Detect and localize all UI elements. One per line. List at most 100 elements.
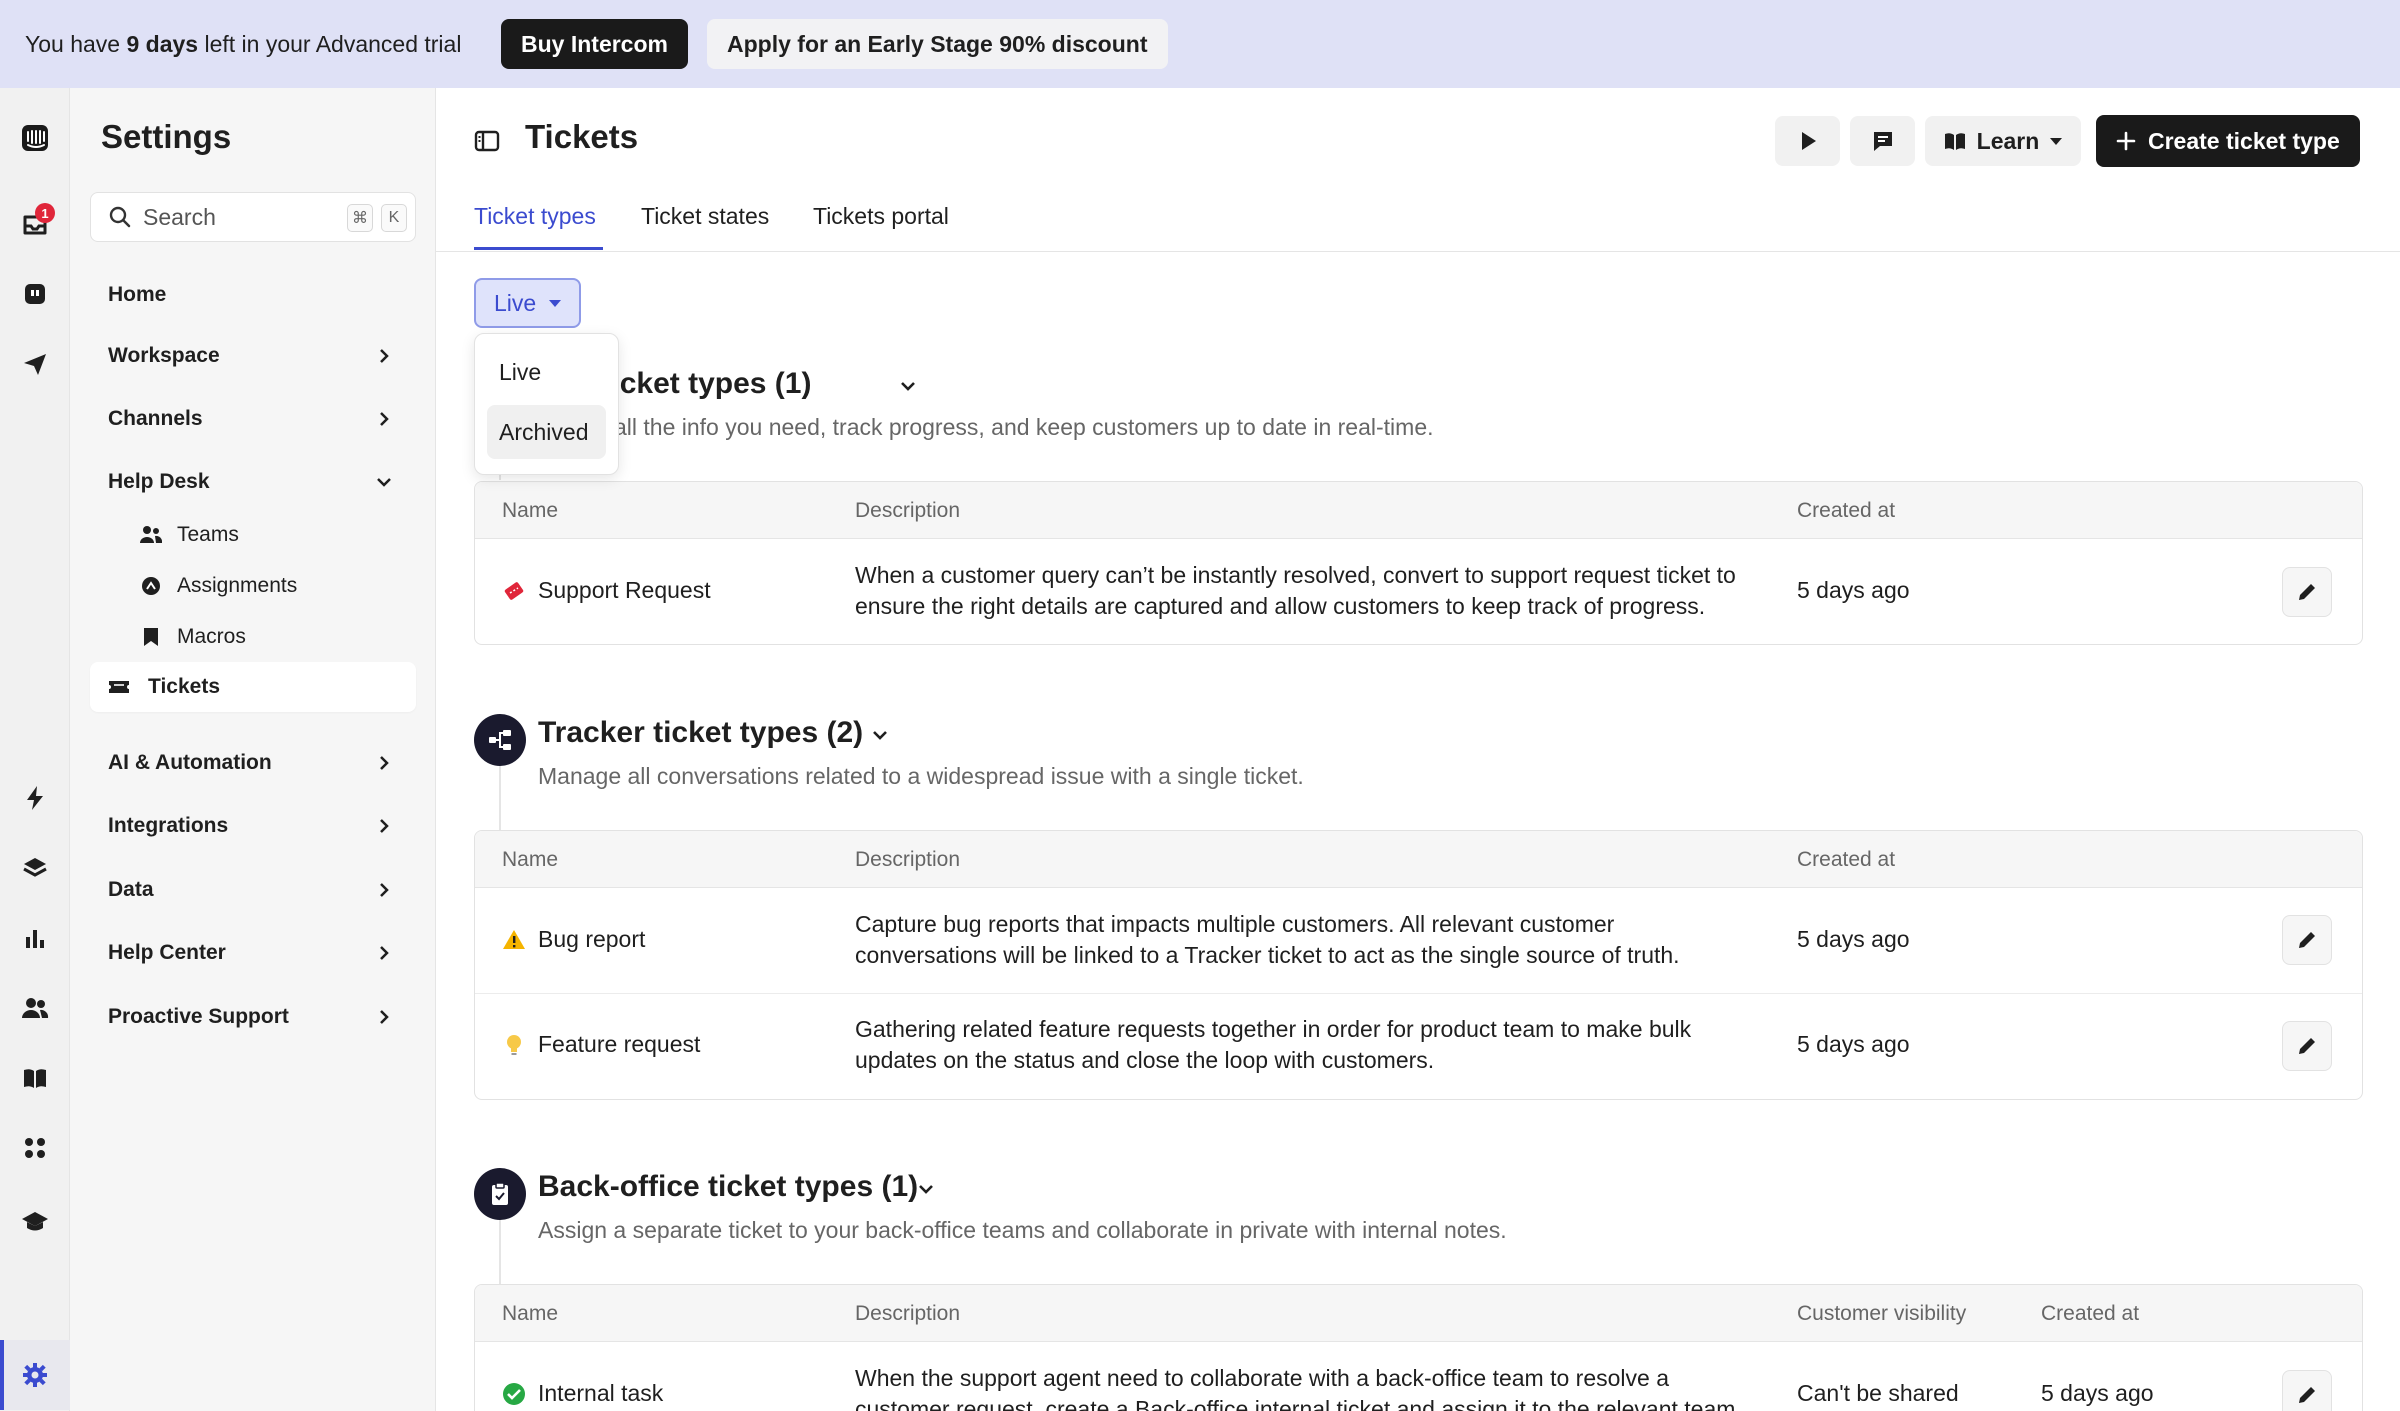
lightning-icon[interactable]	[15, 778, 55, 818]
tracker-ticket-table: Name Description Created at Bug report C…	[474, 830, 2363, 1100]
layers-icon[interactable]	[15, 848, 55, 888]
intercom-logo-icon[interactable]	[15, 118, 55, 158]
page-title: Tickets	[525, 118, 639, 155]
active-tab-indicator	[474, 247, 603, 250]
ticket-type-name: Support Request	[538, 577, 711, 603]
knowledge-icon[interactable]	[15, 1058, 55, 1098]
clipboard-icon	[492, 1182, 508, 1205]
status-filter-menu: Live Archived	[474, 333, 619, 475]
ticket-type-description: Gathering related feature requests toget…	[855, 1016, 1692, 1073]
academy-icon[interactable]	[15, 1202, 55, 1242]
column-header-description: Description	[855, 1302, 961, 1325]
sidebar-item-ai-automation[interactable]: AI & Automation	[108, 751, 272, 775]
apps-icon[interactable]	[15, 1128, 55, 1168]
pencil-icon	[2299, 584, 2315, 600]
trial-banner: You have 9 days left in your Advanced tr…	[0, 0, 2400, 88]
tracker-section-icon	[474, 714, 526, 766]
pencil-icon	[2299, 1038, 2315, 1054]
sidebar-item-assignments[interactable]: Assignments	[70, 561, 396, 611]
tab-ticket-states[interactable]: Ticket states	[641, 203, 769, 230]
status-filter-dropdown[interactable]: Live	[474, 278, 581, 328]
sidebar-item-workspace[interactable]: Workspace	[108, 344, 220, 368]
play-icon	[1801, 132, 1816, 150]
ticket-type-name: Bug report	[538, 926, 646, 952]
early-stage-discount-button[interactable]: Apply for an Early Stage 90% discount	[707, 19, 1168, 69]
column-header-created: Created at	[1797, 499, 1896, 522]
sidebar-item-integrations[interactable]: Integrations	[108, 814, 228, 838]
created-at: 5 days ago	[2041, 1380, 2154, 1406]
column-header-visibility: Customer visibility	[1797, 1302, 1967, 1325]
column-header-name: Name	[502, 499, 559, 522]
sidebar-item-home[interactable]: Home	[108, 283, 166, 307]
chevron-down-icon	[377, 478, 391, 487]
sidebar-item-channels[interactable]: Channels	[108, 407, 203, 431]
chevron-right-icon	[380, 946, 389, 960]
tab-tickets-portal[interactable]: Tickets portal	[813, 203, 949, 230]
chevron-right-icon	[380, 412, 389, 426]
app-rail: 1	[0, 88, 70, 1411]
table-row[interactable]: Bug report Capture bug reports that impa…	[475, 888, 2362, 994]
ticket-type-name: Feature request	[538, 1031, 701, 1057]
customer-visibility: Can't be shared	[1797, 1380, 1959, 1406]
table-header: Name Description Created at	[475, 482, 2362, 539]
caret-down-icon	[549, 300, 562, 307]
play-video-button[interactable]	[1775, 116, 1840, 166]
edit-button[interactable]	[2282, 567, 2332, 617]
ticket-type-name: Internal task	[538, 1380, 664, 1406]
customer-section-description: all the info you need, track progress, a…	[614, 414, 1434, 440]
chevron-right-icon	[380, 349, 389, 363]
fin-icon[interactable]	[15, 274, 55, 314]
ticket-type-description: Capture bug reports that impacts multipl…	[855, 911, 1680, 968]
reports-icon[interactable]	[15, 918, 55, 958]
chat-help-button[interactable]	[1850, 116, 1915, 166]
section-connector	[499, 766, 501, 830]
tab-ticket-types[interactable]: Ticket types	[474, 203, 596, 230]
backoffice-section-title: Back-office ticket types (1)	[538, 1170, 919, 1203]
column-header-name: Name	[502, 848, 559, 871]
outbound-icon[interactable]	[15, 344, 55, 384]
chevron-right-icon	[380, 1010, 389, 1024]
settings-icon[interactable]	[15, 1355, 55, 1395]
inbox-icon[interactable]: 1	[15, 203, 55, 245]
sidebar-item-macros[interactable]: Macros	[70, 612, 396, 662]
edit-button[interactable]	[2282, 1021, 2332, 1071]
learn-button[interactable]: Learn	[1925, 116, 2081, 166]
sidebar-item-proactive-support[interactable]: Proactive Support	[108, 1005, 289, 1029]
ticket-type-description: When the support agent need to collabora…	[855, 1365, 1742, 1411]
search-input[interactable]: Search ⌘ K	[90, 192, 416, 242]
table-header: Name Description Created at	[475, 831, 2362, 888]
assignments-icon	[142, 577, 160, 595]
sidebar-item-tickets[interactable]: Tickets	[90, 662, 416, 712]
chevron-down-icon[interactable]	[870, 725, 890, 745]
edit-button[interactable]	[2282, 915, 2332, 965]
menu-item-archived[interactable]: Archived	[487, 405, 606, 459]
table-row[interactable]: Internal task When the support agent nee…	[475, 1342, 2362, 1411]
sidebar-item-data[interactable]: Data	[108, 878, 154, 902]
section-connector	[499, 1220, 501, 1284]
backoffice-section-icon	[474, 1168, 526, 1220]
tracker-icon	[489, 730, 511, 750]
create-ticket-type-button[interactable]: Create ticket type	[2096, 115, 2360, 167]
sidebar-item-help-center[interactable]: Help Center	[108, 941, 226, 965]
sidebar-item-help-desk[interactable]: Help Desk	[108, 470, 210, 494]
toggle-sidebar-icon[interactable]	[474, 128, 500, 154]
table-row[interactable]: Support Request When a customer query ca…	[475, 539, 2362, 644]
sidebar-item-teams[interactable]: Teams	[70, 510, 396, 560]
page-header: Tickets Learn Create ticket type Ticket …	[436, 88, 2400, 252]
created-at: 5 days ago	[1797, 577, 1910, 603]
created-at: 5 days ago	[1797, 1031, 1910, 1057]
backoffice-ticket-table: Name Description Customer visibility Cre…	[474, 1284, 2363, 1411]
buy-intercom-button[interactable]: Buy Intercom	[501, 19, 688, 69]
customer-ticket-table: Name Description Created at Support Requ…	[474, 481, 2363, 645]
chevron-down-icon[interactable]	[898, 376, 918, 396]
menu-item-live[interactable]: Live	[487, 345, 606, 399]
chevron-down-icon[interactable]	[916, 1179, 936, 1199]
edit-button[interactable]	[2282, 1370, 2332, 1411]
table-row[interactable]: Feature request Gathering related featur…	[475, 994, 2362, 1099]
chat-icon	[1873, 132, 1892, 151]
column-header-description: Description	[855, 499, 961, 522]
contacts-icon[interactable]	[15, 988, 55, 1028]
ticket-icon	[504, 581, 524, 600]
chevron-right-icon	[380, 756, 389, 770]
column-header-description: Description	[855, 848, 961, 871]
